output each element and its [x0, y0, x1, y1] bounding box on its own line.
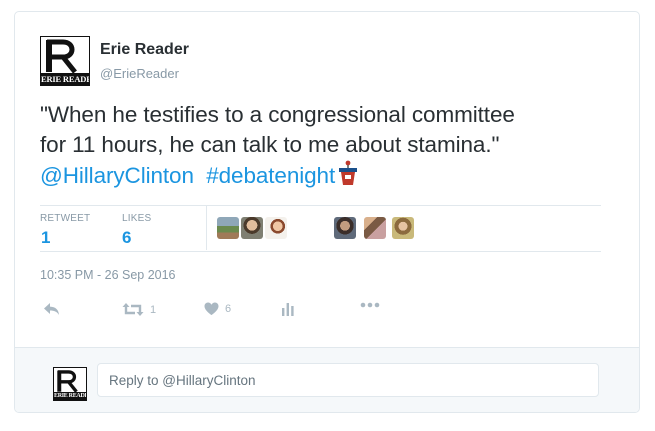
logo-text: ERIE READER [54, 392, 86, 400]
liker-avatar[interactable] [241, 217, 263, 239]
like-count: 6 [225, 303, 232, 315]
more-icon [360, 302, 380, 308]
more-button[interactable] [360, 302, 380, 308]
like-button[interactable]: 6 [204, 302, 231, 316]
retweet-stat-label: RETWEET [40, 213, 91, 224]
user-avatar: ERIE READER [53, 367, 87, 401]
erie-reader-logo-icon [46, 39, 77, 73]
debate-podium-icon [337, 160, 359, 194]
tweet-text-line-3: @HillaryClinton #debatenight [40, 160, 620, 194]
tweet-timestamp[interactable]: 10:35 PM - 26 Sep 2016 [40, 268, 176, 282]
retweet-stat-count[interactable]: 1 [41, 228, 50, 248]
liker-avatar[interactable] [334, 217, 356, 239]
erie-reader-logo-icon [57, 370, 78, 393]
tweet-card: ERIE READER Erie Reader @ErieReader "Whe… [14, 11, 640, 413]
likes-stat-label: LIKES [122, 213, 152, 224]
tweet-text: "When he testifies to a congressional co… [40, 100, 620, 194]
reply-icon [44, 303, 59, 315]
liker-avatar[interactable] [217, 217, 239, 239]
retweet-count: 1 [150, 303, 157, 316]
reply-input[interactable]: Reply to @HillaryClinton [97, 363, 599, 397]
retweet-button[interactable]: 1 [122, 302, 156, 317]
hashtag-link[interactable]: #debatenight [206, 163, 335, 188]
stats-divider-top [40, 205, 601, 206]
stats-divider-bottom [40, 251, 601, 252]
tweet-text-line-2: for 11 hours, he can talk to me about st… [40, 132, 500, 157]
tweet-text-line-1: "When he testifies to a congressional co… [40, 102, 515, 127]
mention-link[interactable]: @HillaryClinton [40, 163, 194, 188]
author-avatar[interactable]: ERIE READER [40, 36, 90, 86]
analytics-icon [282, 303, 294, 316]
likes-stat-count[interactable]: 6 [122, 228, 131, 248]
reply-button[interactable] [43, 302, 60, 316]
liker-avatar[interactable] [364, 217, 386, 239]
liker-avatar[interactable] [265, 217, 287, 239]
stats-separator [206, 206, 207, 250]
logo-text: ERIE READER [41, 73, 89, 85]
heart-icon [204, 302, 219, 315]
author-handle[interactable]: @ErieReader [100, 66, 179, 81]
liker-avatar[interactable] [392, 217, 414, 239]
analytics-button[interactable] [282, 302, 294, 316]
author-name[interactable]: Erie Reader [100, 41, 189, 59]
retweet-icon [122, 303, 144, 316]
